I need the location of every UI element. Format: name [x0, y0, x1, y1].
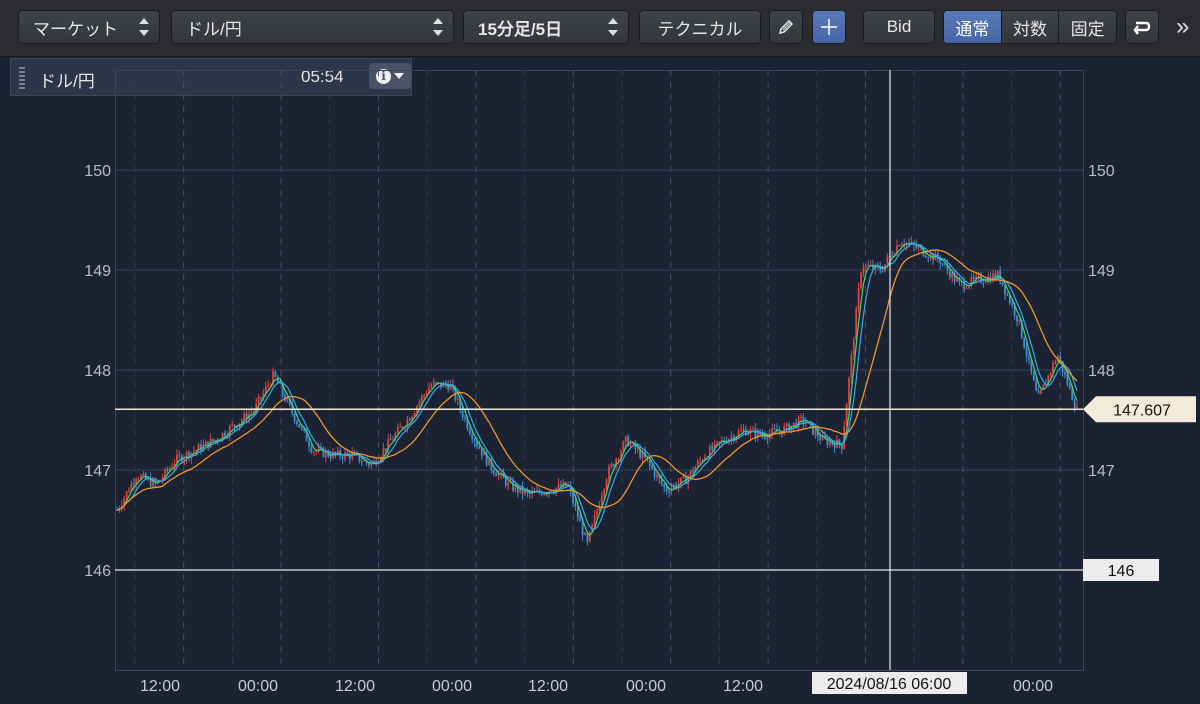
crosshair-date-label: 2024/08/16 06:00 — [827, 676, 952, 693]
x-tick-label: 12:00 — [335, 678, 375, 695]
undo-button[interactable] — [1125, 10, 1159, 44]
y-tick-label-left: 147 — [84, 463, 111, 480]
current-price-label: 147.607 — [1113, 402, 1171, 419]
y-tick-label-right: 150 — [1088, 163, 1115, 180]
x-axis: 12:00 00:00 12:00 00:00 12:00 00:00 12:00 00:00 — [140, 678, 1053, 695]
y-axis-right: 150 149 148 147 146 — [1088, 163, 1115, 580]
cursor-price-tag — [1083, 559, 1159, 581]
draw-tool-button[interactable] — [769, 10, 803, 44]
bid-button[interactable]: Bid — [863, 10, 935, 44]
select-arrows-icon — [608, 18, 618, 36]
period-select-label: 15分足/5日 — [478, 19, 563, 39]
cursor-price-label: 146 — [1108, 563, 1135, 580]
toolbar: マーケット ドル/円 15分足/5日 テクニカル Bid 通常 対数 固定 » — [0, 0, 1200, 57]
x-tick-label: 00:00 — [432, 678, 472, 695]
y-tick-label-left: 148 — [84, 363, 111, 380]
scale-mode-fixed[interactable]: 固定 — [1059, 11, 1116, 43]
y-tick-label-left: 150 — [84, 163, 111, 180]
info-pair-label: ドル/円 — [39, 72, 95, 91]
crosshair-button[interactable] — [812, 10, 846, 44]
select-arrows-icon — [433, 18, 443, 36]
drag-handle-icon[interactable] — [19, 67, 25, 89]
pair-select[interactable]: ドル/円 — [171, 10, 454, 44]
x-tick-label: 12:00 — [140, 678, 180, 695]
y-tick-label-left: 146 — [84, 563, 111, 580]
market-select-label: マーケット — [33, 19, 118, 39]
scale-mode-group: 通常 対数 固定 — [943, 10, 1117, 44]
y-tick-label-right: 146 — [1088, 563, 1115, 580]
x-tick-label: 00:00 — [626, 678, 666, 695]
pencil-icon — [778, 19, 794, 35]
scale-mode-normal[interactable]: 通常 — [944, 11, 1002, 43]
return-arrow-icon — [1133, 21, 1151, 35]
y-tick-label-right: 148 — [1088, 363, 1115, 380]
y-tick-label-left: 149 — [84, 263, 111, 280]
x-tick-label: 12:00 — [528, 678, 568, 695]
x-tick-label: 12:00 — [723, 678, 763, 695]
y-tick-label-right: 147 — [1088, 463, 1115, 480]
y-axis-left: 150 149 148 147 146 — [84, 163, 111, 580]
scale-mode-log[interactable]: 対数 — [1001, 11, 1060, 43]
select-arrows-icon — [139, 18, 149, 36]
crosshair-date-tag — [812, 672, 967, 694]
x-tick-label: 00:00 — [1013, 678, 1053, 695]
more-button[interactable]: » — [1176, 12, 1189, 42]
technical-button[interactable]: テクニカル — [639, 10, 761, 44]
y-tick-label-right: 149 — [1088, 263, 1115, 280]
current-price-tag — [1083, 396, 1196, 423]
plot-area[interactable] — [115, 70, 1084, 671]
pair-select-label: ドル/円 — [186, 19, 242, 39]
market-select[interactable]: マーケット — [18, 10, 160, 44]
period-select[interactable]: 15分足/5日 — [463, 10, 629, 44]
crosshair-icon — [821, 19, 837, 35]
x-tick-label: 00:00 — [238, 678, 278, 695]
